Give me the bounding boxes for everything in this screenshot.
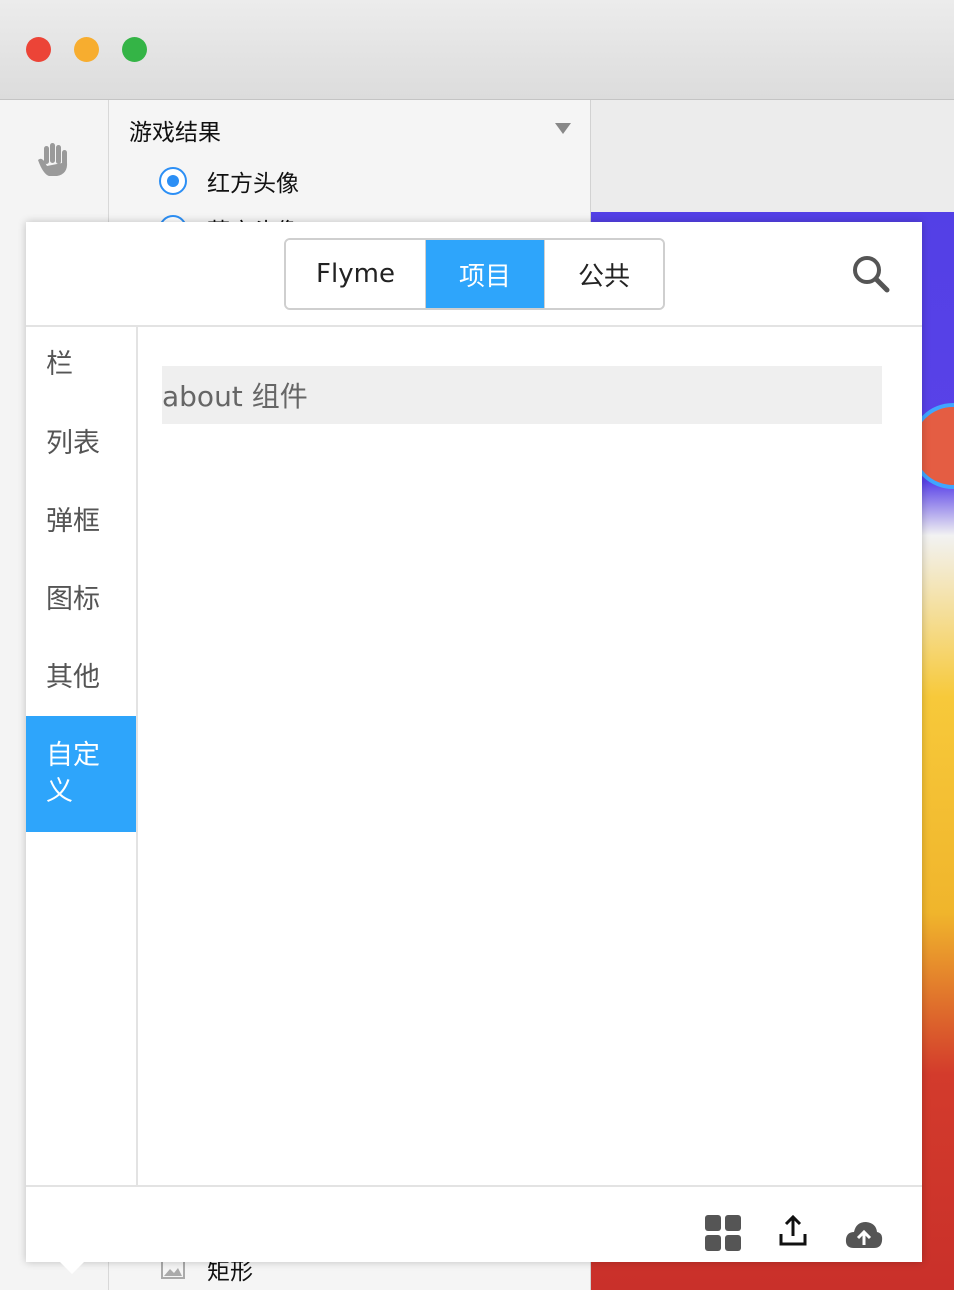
popup-pointer (60, 1262, 84, 1274)
hand-icon[interactable] (33, 140, 73, 180)
grid-icon[interactable] (704, 1214, 742, 1252)
minimize-window-button[interactable] (74, 37, 99, 62)
category-item[interactable]: 其他 (26, 660, 136, 696)
layer-label: 红方头像 (207, 171, 299, 197)
upload-icon[interactable] (778, 1214, 808, 1248)
chevron-down-icon[interactable] (555, 123, 571, 134)
tab-project[interactable]: 项目 (425, 240, 544, 308)
category-item[interactable]: 弹框 (26, 504, 136, 540)
component-library-popup: Flyme 项目 公共 栏 列表 弹框 图标 其他 自定义 about 组件 (26, 222, 922, 1262)
divider (26, 1185, 922, 1187)
search-icon[interactable] (851, 254, 891, 294)
window-titlebar (0, 0, 954, 100)
image-icon (161, 1259, 185, 1279)
category-sidebar: 栏 列表 弹框 图标 其他 自定义 (26, 327, 138, 1185)
tab-flyme[interactable]: Flyme (286, 240, 425, 308)
close-window-button[interactable] (26, 37, 51, 62)
category-item[interactable]: 列表 (26, 426, 136, 462)
tab-public[interactable]: 公共 (544, 240, 663, 308)
divider (26, 325, 922, 327)
layer-item[interactable]: 红方头像 (159, 164, 299, 198)
category-item-active[interactable]: 自定义 (26, 716, 136, 832)
category-item[interactable]: 栏 (26, 347, 136, 383)
library-tabs: Flyme 项目 公共 (284, 238, 665, 310)
category-item[interactable]: 图标 (26, 582, 136, 618)
layer-group-title[interactable]: 游戏结果 (129, 113, 221, 147)
component-label: about 组件 (162, 380, 308, 413)
radio-icon[interactable] (159, 167, 187, 195)
cloud-upload-icon[interactable] (844, 1218, 884, 1250)
component-item[interactable]: about 组件 (162, 366, 882, 424)
canvas-background (591, 100, 954, 212)
maximize-window-button[interactable] (122, 37, 147, 62)
